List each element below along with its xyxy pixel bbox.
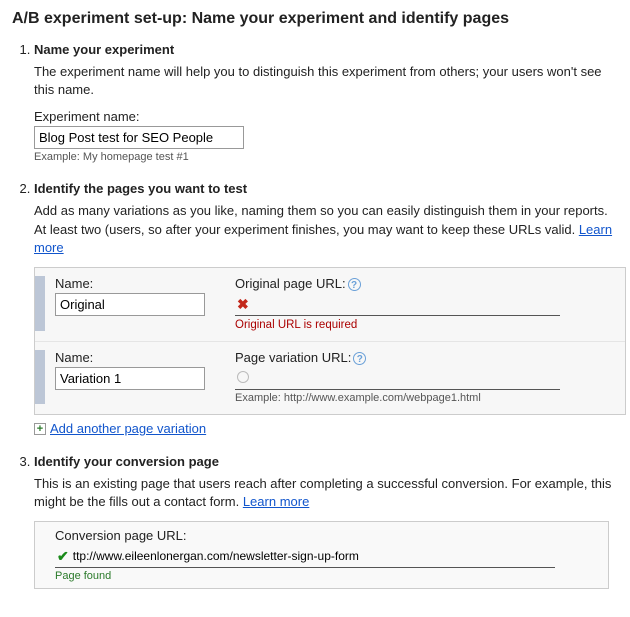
variation-name-input[interactable] [55,293,205,316]
add-variation-row: + Add another page variation [34,421,618,436]
drag-handle-icon[interactable] [35,350,45,404]
step1-desc: The experiment name will help you to dis… [34,63,618,99]
drag-handle-icon[interactable] [35,276,45,331]
pages-box: Name: Original page URL:? ✖ Original URL… [34,267,626,415]
url-input-wrap: ✖ [235,293,560,316]
step3-title: Identify your conversion page [34,454,618,469]
check-icon: ✔ [57,548,69,565]
add-variation-link[interactable]: Add another page variation [50,421,206,436]
page-heading: A/B experiment set-up: Name your experim… [12,10,618,28]
conversion-box: Conversion page URL: ✔ Page found [34,521,609,589]
error-x-icon: ✖ [237,296,249,313]
experiment-name-input[interactable] [34,126,244,149]
original-url-input[interactable] [253,295,560,313]
url-input-wrap [235,367,560,390]
conversion-url-label: Conversion page URL: [55,528,600,543]
step-conversion-page: Identify your conversion page This is an… [34,454,618,589]
step1-title: Name your experiment [34,42,618,57]
conversion-status-text: Page found [55,570,600,582]
page-row-variation-1: Name: Page variation URL:? Example: http… [35,342,625,414]
step-name-experiment: Name your experiment The experiment name… [34,42,618,163]
url-error-text: Original URL is required [235,319,615,331]
url-label: Page variation URL:? [235,350,615,365]
step-identify-pages: Identify the pages you want to test Add … [34,181,618,436]
step3-desc: This is an existing page that users reac… [34,475,618,511]
step2-desc: Add as many variations as you like, nami… [34,202,618,257]
variation-name-input[interactable] [55,367,205,390]
name-label: Name: [55,276,225,291]
step3-learn-more-link[interactable]: Learn more [243,494,309,509]
conversion-url-wrap: ✔ [55,545,555,568]
variation-url-input[interactable] [253,369,560,387]
url-example: Example: http://www.example.com/webpage1… [235,392,615,404]
step2-desc-text: Add as many variations as you like, nami… [34,203,608,236]
experiment-name-label: Experiment name: [34,109,618,124]
plus-icon[interactable]: + [34,423,46,435]
experiment-name-example: Example: My homepage test #1 [34,151,618,163]
help-icon[interactable]: ? [348,278,361,291]
conversion-url-input[interactable] [73,547,555,565]
help-icon[interactable]: ? [353,352,366,365]
name-label: Name: [55,350,225,365]
page-row-original: Name: Original page URL:? ✖ Original URL… [35,268,625,342]
step2-title: Identify the pages you want to test [34,181,618,196]
step3-desc-text: This is an existing page that users reac… [34,476,611,509]
url-label: Original page URL:? [235,276,615,291]
loading-spinner-icon [237,371,249,386]
